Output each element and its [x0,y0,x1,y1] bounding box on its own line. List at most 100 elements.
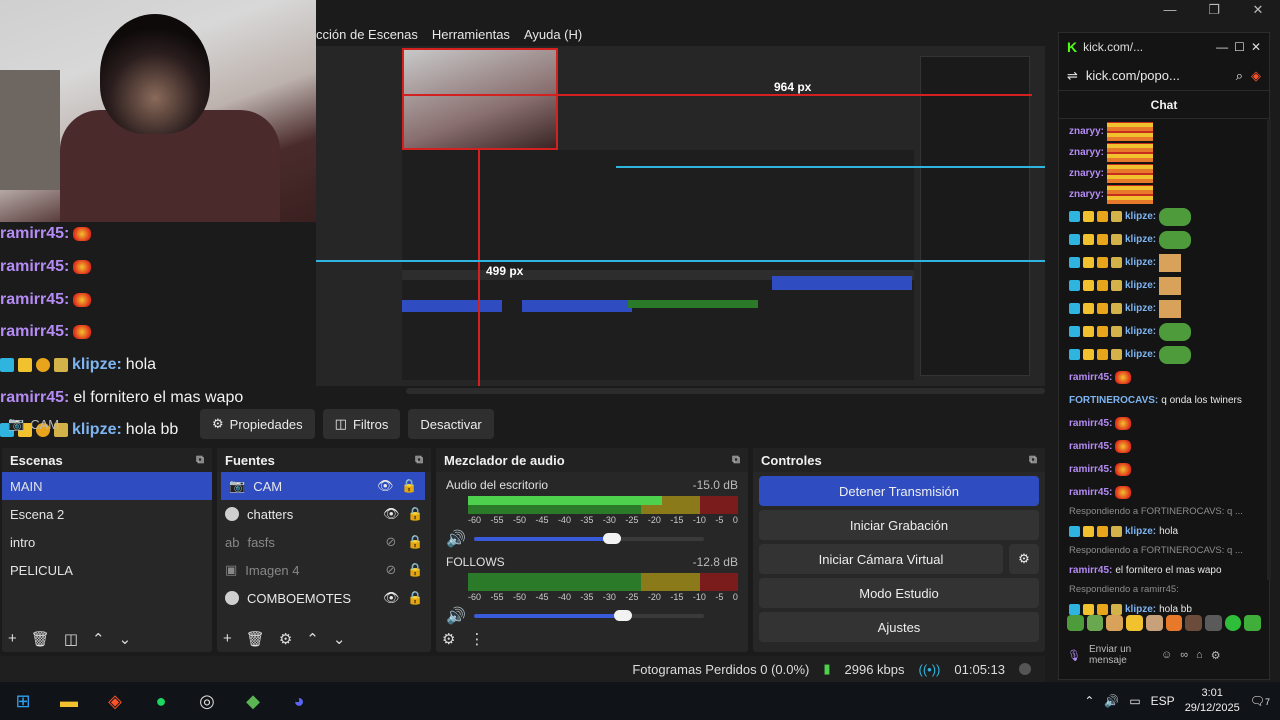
preview-webcam-source[interactable] [402,48,558,150]
scene-item-intro[interactable]: intro [2,528,212,556]
store-icon[interactable]: ⌂ [1196,649,1203,661]
lock-icon[interactable]: 🔒 [401,478,417,494]
maximize-button[interactable]: ❐ [1192,0,1236,20]
add-icon[interactable]: + [8,630,17,648]
zoom-icon[interactable]: ⌕ [1236,68,1243,84]
kick-url-bar[interactable]: ⇌ kick.com/popo... ⌕ ◈ [1059,61,1269,91]
webcam-feed [0,0,316,222]
more-options-icon[interactable]: ⋮ [469,630,484,648]
network-tray-icon[interactable]: ▭ [1129,694,1140,708]
mic-icon[interactable]: 🎙 [1067,649,1081,662]
source-name: chatters [247,506,294,522]
settings-gear-icon[interactable]: ⚙ [1211,649,1221,662]
gear-icon[interactable]: ⚙ [279,630,292,648]
add-icon[interactable]: + [223,630,232,648]
source-item[interactable]: ab fasfs ⊘ 🔒 [217,528,431,556]
volume-tray-icon[interactable]: 🔊 [1104,694,1119,708]
filter-icon[interactable]: ◫ [64,630,78,648]
filters-button[interactable]: ◫ Filtros [322,409,401,439]
source-name: CAM [253,478,283,494]
volume-slider[interactable] [473,610,704,621]
doge-emote-icon[interactable] [1106,615,1124,631]
menu-scene-collection[interactable]: cción de Escenas [316,27,418,42]
scene-item-escena-2[interactable]: Escena 2 [2,500,212,528]
lock-icon[interactable]: 🔒 [407,534,423,550]
brave-shield-icon[interactable]: ◈ [1251,68,1261,84]
source-item[interactable]: COMBOEMOTES 👁 🔒 [217,584,431,612]
up-arrow-icon[interactable]: ⌃ [92,630,105,648]
kick-message-list: znaryy: znaryy: znaryy: znaryy: klipze: klipz… [1059,119,1269,621]
emoji-icon[interactable]: ☺ [1161,649,1172,661]
trash-icon[interactable]: 🗑 [246,630,265,648]
up-arrow-icon[interactable]: ⌃ [306,630,319,648]
file-explorer-icon[interactable]: ▬ [46,682,92,720]
minimize-icon[interactable]: — [1216,40,1228,54]
windows-start-icon[interactable]: ⊞ [0,682,46,720]
lock-icon[interactable]: 🔒 [407,562,423,578]
advanced-audio-icon[interactable]: ⚙ [442,630,455,648]
scene-item-pelicula[interactable]: PELICULA [2,556,212,584]
start-virtual-cam-button[interactable]: Iniciar Cámara Virtual [759,544,1003,574]
minimize-button[interactable]: — [1148,0,1192,20]
trash-icon[interactable]: 🗑 [31,630,50,648]
close-button[interactable]: ✕ [1236,0,1280,20]
down-arrow-icon[interactable]: ⌄ [119,630,132,648]
settings-button[interactable]: Ajustes [759,612,1039,642]
star-emote-icon[interactable] [1126,615,1143,631]
obs-preview[interactable]: 964 px 499 px [316,46,1045,386]
cat-emote-icon[interactable] [1145,615,1163,631]
close-icon[interactable]: ✕ [1251,40,1261,54]
speaker-icon[interactable]: 🔊 [446,606,466,626]
clock[interactable]: 3:01 29/12/2025 [1185,686,1240,716]
fire-emote-icon[interactable] [1165,615,1183,631]
kick-scrollbar[interactable] [1267,120,1271,580]
frog-emote-icon[interactable] [1086,615,1104,631]
rewards-icon[interactable]: ∞ [1180,649,1188,661]
undock-icon[interactable]: ⧉ [732,454,740,467]
obs-icon[interactable]: ◎ [184,682,230,720]
volume-slider[interactable] [473,533,704,544]
undock-icon[interactable]: ⧉ [1029,454,1037,467]
virtual-cam-settings-icon[interactable]: ⚙ [1009,544,1039,574]
deactivate-button[interactable]: Desactivar [408,409,494,439]
properties-button[interactable]: ⚙ Propiedades [200,409,315,439]
maximize-icon[interactable]: ☐ [1234,40,1245,54]
start-recording-button[interactable]: Iniciar Grabación [759,510,1039,540]
lock-icon[interactable]: 🔒 [407,590,423,606]
preview-horizontal-scrollbar[interactable] [406,388,1045,394]
notification-icon[interactable]: 🗨7 [1250,694,1270,708]
pepe-emote-icon[interactable] [1067,615,1084,631]
eye-hidden-icon[interactable]: ⊘ [383,562,399,578]
leaf-emote-icon[interactable] [1244,615,1262,631]
undock-icon[interactable]: ⧉ [196,454,204,467]
minecraft-icon[interactable]: ◆ [230,682,276,720]
discord-icon[interactable]: ◕ [276,682,322,720]
face-emote-icon[interactable] [1185,615,1202,631]
stop-stream-button[interactable]: Detener Transmisión [759,476,1039,506]
studio-mode-button[interactable]: Modo Estudio [759,578,1039,608]
kick-chat-input[interactable]: Enviar un mensaje [1089,644,1153,666]
down-arrow-icon[interactable]: ⌄ [333,630,346,648]
scene-item-main[interactable]: MAIN [2,472,212,500]
brave-browser-icon[interactable]: ◈ [92,682,138,720]
undock-icon[interactable]: ⧉ [415,454,423,467]
menu-help[interactable]: Ayuda (H) [524,27,582,42]
source-item[interactable]: 📷 CAM 👁 🔒 [221,472,425,500]
spotify-icon[interactable]: ● [138,682,184,720]
eye-icon[interactable]: 👁 [383,590,400,606]
speaker-icon[interactable]: 🔊 [446,529,466,549]
smile-emote-icon[interactable] [1224,615,1242,631]
eyes-emote-icon[interactable] [1204,615,1222,631]
source-item[interactable]: ▣ Imagen 4 ⊘ 🔒 [217,556,431,584]
menu-tools[interactable]: Herramientas [432,27,510,42]
volume-knob[interactable] [614,610,633,621]
volume-knob[interactable] [602,533,621,544]
site-settings-icon[interactable]: ⇌ [1067,68,1078,84]
tray-chevron-icon[interactable]: ⌃ [1084,694,1094,708]
source-item[interactable]: chatters 👁 🔒 [217,500,431,528]
language-indicator[interactable]: ESP [1151,694,1175,708]
eye-icon[interactable]: 👁 [377,478,394,494]
eye-hidden-icon[interactable]: ⊘ [383,534,399,550]
lock-icon[interactable]: 🔒 [407,506,423,522]
eye-icon[interactable]: 👁 [383,506,400,522]
